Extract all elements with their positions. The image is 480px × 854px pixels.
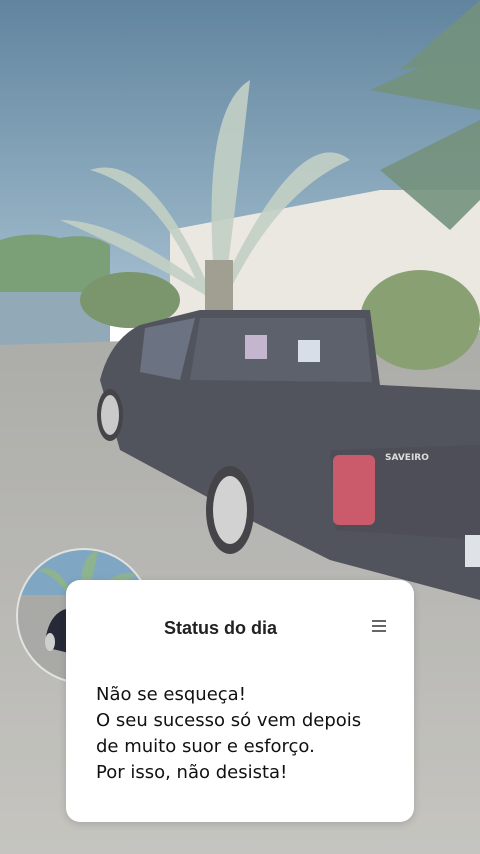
message-line: de muito suor e esforço. xyxy=(96,736,315,757)
menu-line xyxy=(372,625,386,627)
status-card: Status do dia Não se esqueça! O seu suce… xyxy=(66,580,414,822)
message-line: Não se esqueça! xyxy=(96,684,246,705)
message-line: Por isso, não desista! xyxy=(96,762,288,783)
message-line: O seu sucesso só vem depois xyxy=(96,710,362,731)
menu-line xyxy=(372,620,386,622)
hamburger-menu-icon[interactable] xyxy=(372,620,386,632)
menu-line xyxy=(372,630,386,632)
card-title: Status do dia xyxy=(164,618,278,638)
status-message: Não se esqueça! O seu sucesso só vem dep… xyxy=(96,682,396,786)
